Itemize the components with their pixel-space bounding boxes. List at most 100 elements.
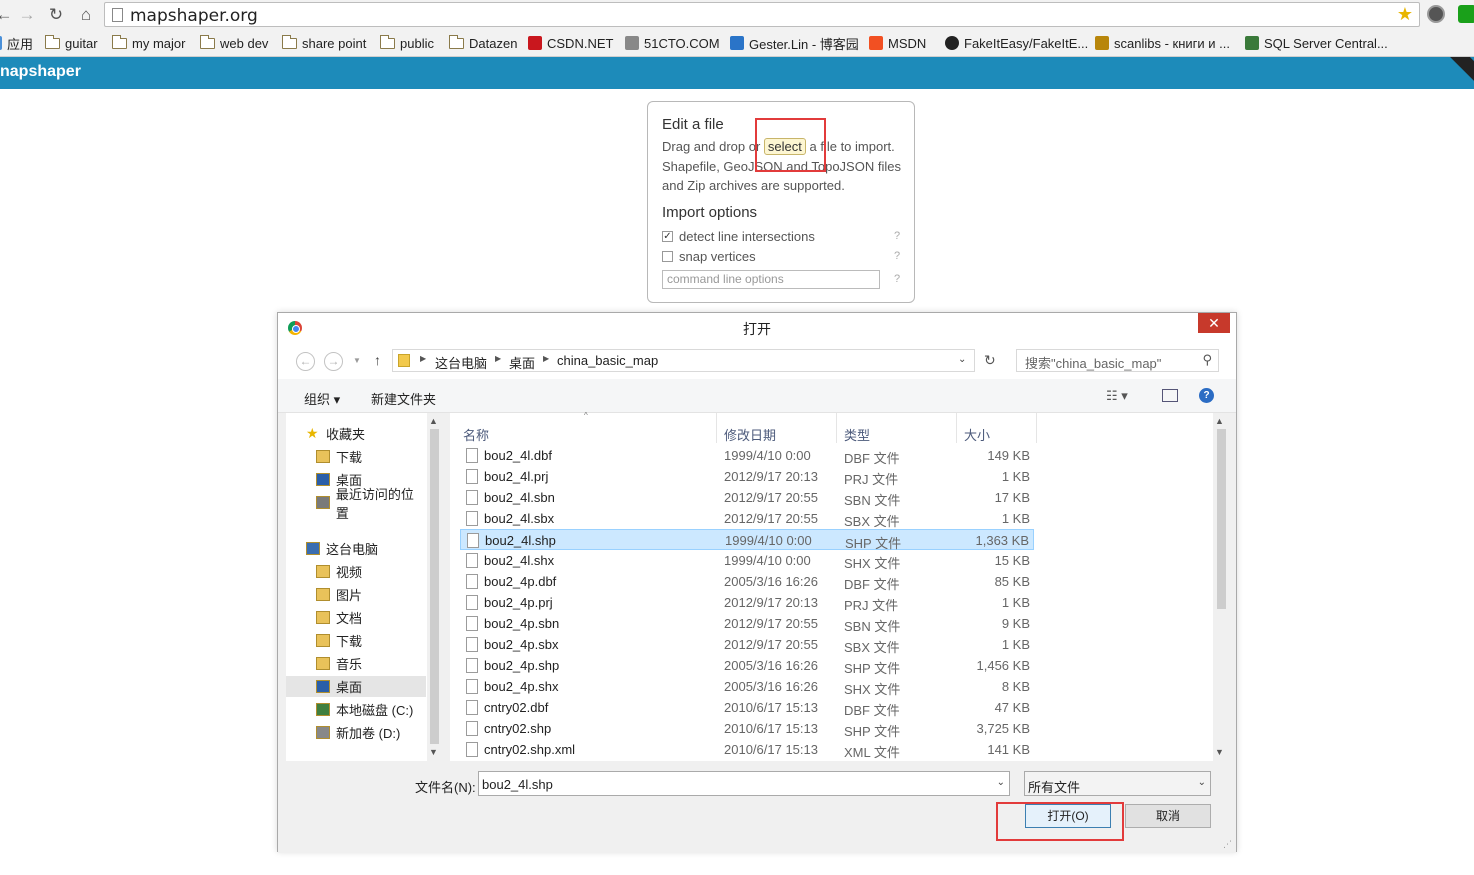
dialog-close-button[interactable]: ✕ [1198, 313, 1230, 333]
scroll-up-icon[interactable]: ▲ [429, 416, 438, 426]
table-row[interactable]: bou2_4p.sbx 2012/9/17 20:55 SBX 文件 1 KB [460, 634, 1034, 655]
breadcrumb-arrow-icon[interactable]: ▶ [495, 354, 501, 363]
back-icon[interactable]: ← [0, 5, 14, 25]
table-row[interactable]: bou2_4l.sbn 2012/9/17 20:55 SBN 文件 17 KB [460, 487, 1034, 508]
bookmark-1[interactable]: guitar [45, 34, 98, 52]
chevron-down-icon[interactable]: ⌄ [1198, 777, 1206, 788]
nav-item-3[interactable]: 最近访问的位置 [286, 487, 426, 521]
table-row[interactable]: bou2_4p.shp 2005/3/16 16:26 SHP 文件 1,456 KB [460, 655, 1034, 676]
new-folder-button[interactable]: 新建文件夹 [371, 389, 436, 408]
nav-item-7[interactable]: 文档 [286, 607, 426, 628]
nav-item-1[interactable]: 下载 [286, 446, 426, 467]
view-options-icon[interactable]: ☷ ▾ [1106, 388, 1128, 404]
bookmark-9[interactable]: Gester.Lin - 博客园 [730, 34, 859, 52]
forward-icon[interactable]: → [17, 5, 37, 25]
table-row[interactable]: bou2_4l.prj 2012/9/17 20:13 PRJ 文件 1 KB [460, 466, 1034, 487]
home-icon[interactable]: ⌂ [76, 5, 96, 25]
breadcrumb-china-basic-map[interactable]: china_basic_map [557, 353, 658, 368]
column-divider[interactable] [836, 413, 837, 443]
nav-item-12[interactable]: 新加卷 (D:) [286, 722, 426, 743]
column-divider[interactable] [716, 413, 717, 443]
bookmark-12[interactable]: scanlibs - книги и ... [1095, 34, 1230, 52]
search-icon[interactable]: ⚲ [1202, 352, 1212, 368]
address-bar[interactable]: mapshaper.org ★ [104, 2, 1420, 27]
reload-icon[interactable]: ↻ [46, 5, 66, 25]
bookmark-7[interactable]: CSDN.NET [528, 34, 613, 52]
back-icon[interactable]: ← [296, 352, 315, 371]
nav-item-10[interactable]: 桌面 [286, 676, 426, 697]
file-scrollbar[interactable]: ▲ ▼ [1213, 413, 1229, 761]
bookmark-13[interactable]: SQL Server Central... [1245, 34, 1388, 52]
resize-grip-icon[interactable]: ⋰ [1223, 839, 1232, 850]
preview-pane-icon[interactable] [1162, 389, 1178, 402]
bookmark-10[interactable]: MSDN [869, 34, 926, 52]
table-row[interactable]: bou2_4l.dbf 1999/4/10 0:00 DBF 文件 149 KB [460, 445, 1034, 466]
table-row[interactable]: bou2_4p.dbf 2005/3/16 16:26 DBF 文件 85 KB [460, 571, 1034, 592]
column-name[interactable]: 名称 [463, 425, 489, 444]
scroll-down-icon[interactable]: ▼ [429, 747, 438, 757]
refresh-icon[interactable]: ↻ [984, 352, 996, 369]
recent-dropdown-icon[interactable]: ▼ [353, 356, 361, 365]
bookmark-4[interactable]: share point [282, 34, 366, 52]
nav-item-4[interactable]: 这台电脑 [286, 538, 426, 559]
nav-item-0[interactable]: ★ 收藏夹 [286, 423, 426, 444]
forward-icon[interactable]: → [324, 352, 343, 371]
bookmark-2[interactable]: my major [112, 34, 185, 52]
nav-item-9[interactable]: 音乐 [286, 653, 426, 674]
chevron-down-icon[interactable]: ⌄ [997, 777, 1005, 788]
breadcrumb-arrow-icon[interactable]: ▶ [543, 354, 549, 363]
up-folder-icon[interactable]: ↑ [374, 352, 381, 368]
breadcrumb-arrow-icon[interactable]: ▶ [420, 354, 426, 363]
table-row[interactable]: cntry02.dbf 2010/6/17 15:13 DBF 文件 47 KB [460, 697, 1034, 718]
detect-help-icon[interactable]: ? [894, 230, 900, 242]
table-row[interactable]: cntry02.shp 2010/6/17 15:13 SHP 文件 3,725 KB [460, 718, 1034, 739]
snap-vertices-option[interactable]: snap vertices [662, 249, 756, 264]
bookmark-5[interactable]: public [380, 34, 434, 52]
extension-icon[interactable] [1427, 5, 1445, 23]
app-logo[interactable]: napshaper [0, 63, 81, 81]
column-size[interactable]: 大小 [964, 425, 990, 444]
fork-ribbon[interactable] [1430, 57, 1474, 101]
bookmark-star-icon[interactable]: ★ [1397, 4, 1413, 25]
table-row[interactable]: bou2_4p.shx 2005/3/16 16:26 SHX 文件 8 KB [460, 676, 1034, 697]
column-divider[interactable] [956, 413, 957, 443]
snap-help-icon[interactable]: ? [894, 250, 900, 262]
nav-item-8[interactable]: 下载 [286, 630, 426, 651]
bookmark-8[interactable]: 51CTO.COM [625, 34, 720, 52]
dialog-search-input[interactable]: 搜索"china_basic_map" ⚲ [1016, 349, 1219, 372]
nav-scrollbar[interactable]: ▲ ▼ [427, 413, 442, 761]
detect-intersections-checkbox[interactable]: ✓ [662, 231, 673, 242]
help-icon[interactable]: ? [1199, 388, 1214, 403]
bookmark-0[interactable]: 应用 [0, 34, 33, 52]
snap-vertices-checkbox[interactable] [662, 251, 673, 262]
table-row[interactable]: bou2_4p.sbn 2012/9/17 20:55 SBN 文件 9 KB [460, 613, 1034, 634]
nav-item-6[interactable]: 图片 [286, 584, 426, 605]
nav-item-5[interactable]: 视频 [286, 561, 426, 582]
bookmark-3[interactable]: web dev [200, 34, 268, 52]
chevron-down-icon[interactable]: ⌄ [958, 354, 966, 365]
nav-item-11[interactable]: 本地磁盘 (C:) [286, 699, 426, 720]
detect-intersections-option[interactable]: ✓ detect line intersections [662, 229, 815, 244]
column-type[interactable]: 类型 [844, 425, 870, 444]
column-date[interactable]: 修改日期 [724, 425, 776, 444]
table-row[interactable]: bou2_4l.sbx 2012/9/17 20:55 SBX 文件 1 KB [460, 508, 1034, 529]
breadcrumb-this-pc[interactable]: 这台电脑 [435, 353, 487, 372]
dialog-breadcrumb[interactable]: ▶ 这台电脑 ▶ 桌面 ▶ china_basic_map ⌄ [392, 349, 975, 372]
table-row[interactable]: bou2_4p.prj 2012/9/17 20:13 PRJ 文件 1 KB [460, 592, 1034, 613]
shield-extension-icon[interactable] [1458, 5, 1474, 23]
table-row[interactable]: cntry02.shp.xml 2010/6/17 15:13 XML 文件 141 … [460, 739, 1034, 760]
table-row[interactable]: bou2_4l.shx 1999/4/10 0:00 SHX 文件 15 KB [460, 550, 1034, 571]
cmd-help-icon[interactable]: ? [894, 273, 900, 285]
scroll-up-icon[interactable]: ▲ [1215, 416, 1224, 426]
filename-input[interactable]: bou2_4l.shp ⌄ [478, 771, 1010, 796]
column-divider[interactable] [1036, 413, 1037, 443]
bookmark-11[interactable]: FakeItEasy/FakeItE... [945, 34, 1088, 52]
breadcrumb-desktop[interactable]: 桌面 [509, 353, 535, 372]
bookmark-6[interactable]: Datazen [449, 34, 517, 52]
dialog-titlebar[interactable]: 打开 ✕ [278, 313, 1236, 343]
file-scroll-thumb[interactable] [1217, 429, 1226, 609]
filetype-select[interactable]: 所有文件 ⌄ [1024, 771, 1211, 796]
organize-menu-button[interactable]: 组织 ▾ [304, 389, 340, 408]
scroll-down-icon[interactable]: ▼ [1215, 747, 1224, 757]
table-row[interactable]: bou2_4l.shp 1999/4/10 0:00 SHP 文件 1,363 KB [460, 529, 1034, 551]
